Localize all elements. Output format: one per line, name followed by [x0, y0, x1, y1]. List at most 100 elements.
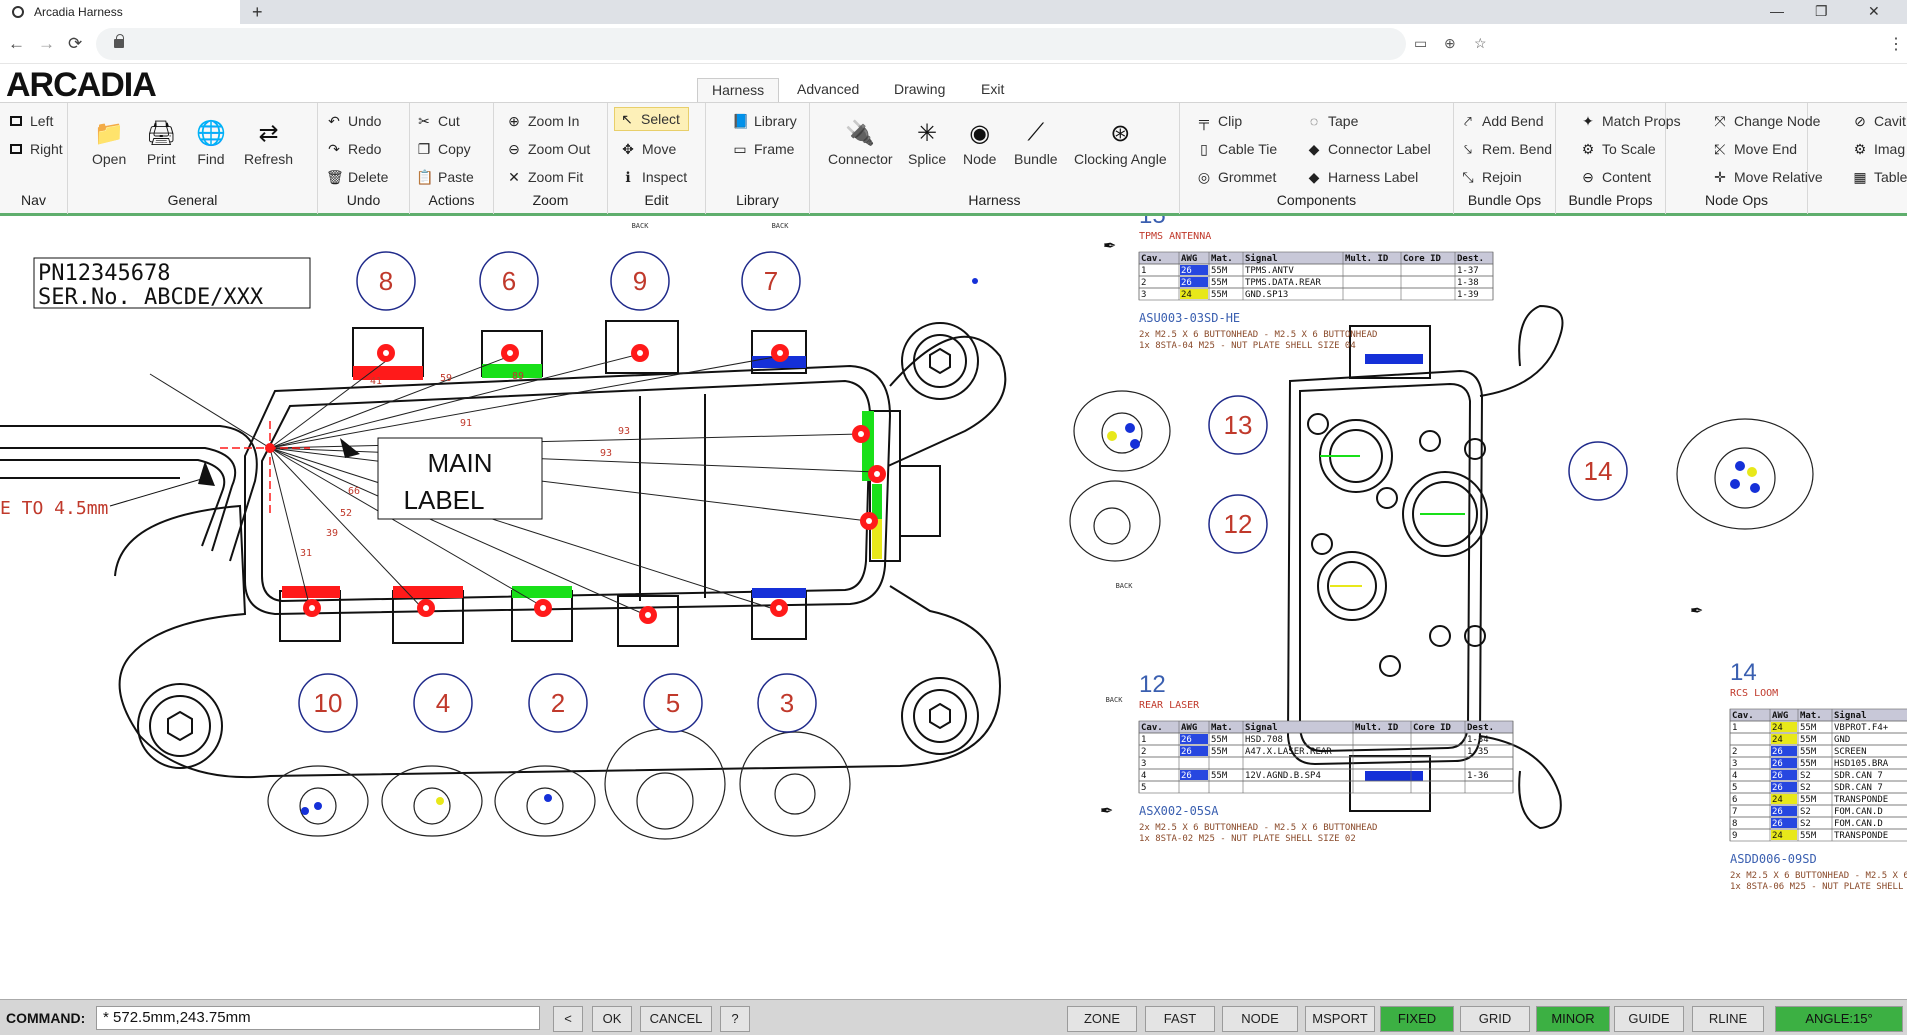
tab-exit[interactable]: Exit [967, 78, 1018, 102]
callout-7[interactable]: 7 [741, 251, 801, 311]
splice-button[interactable]: ✳ Splice [908, 115, 946, 168]
move-relative-button[interactable]: ✛ Move Relative [1712, 165, 1823, 189]
zoom-in-button[interactable]: ⊕ Zoom In [506, 109, 579, 133]
redo-button[interactable]: ↷ Redo [326, 137, 381, 161]
callout-2[interactable]: 2 [528, 673, 588, 733]
zoom-fit-button[interactable]: ✕ Zoom Fit [506, 165, 583, 189]
library-button[interactable]: 📘 Library [732, 109, 797, 133]
table-button[interactable]: ▦ Table [1852, 165, 1907, 189]
harness-label-button[interactable]: ◆ Harness Label [1306, 165, 1419, 189]
bookmark-star-icon[interactable]: ☆ [1474, 35, 1487, 52]
toggle-grid[interactable]: GRID [1460, 1006, 1530, 1032]
callout-10[interactable]: 10 [298, 673, 358, 733]
zoom-icon[interactable]: ⊕ [1444, 35, 1456, 52]
inspect-button[interactable]: ℹ Inspect [620, 165, 687, 189]
callout-3[interactable]: 3 [757, 673, 817, 733]
select-button[interactable]: ↖ Select [614, 107, 689, 131]
reload-icon[interactable]: ⟳ [68, 34, 82, 54]
tape-button[interactable]: ◌ Tape [1306, 109, 1359, 133]
change-node-button[interactable]: ⤧ Change Node [1712, 109, 1820, 133]
forward-arrow-icon[interactable]: → [38, 34, 55, 54]
back-arrow-icon[interactable]: ← [8, 34, 25, 54]
harness-drawing[interactable]: 41 59 89 91 93 93 66 52 39 31 PN12345678… [0, 216, 1907, 999]
table-header: Mult. ID [1355, 723, 1399, 733]
close-icon[interactable]: ✕ [1868, 0, 1880, 24]
bundle-button[interactable]: ⟋ Bundle [1014, 115, 1058, 167]
connector-label-button[interactable]: ◆ Connector Label [1306, 137, 1431, 161]
toggle-angle-15[interactable]: ANGLE:15° [1775, 1006, 1903, 1032]
remove-bend-button[interactable]: ⤥ Rem. Bend [1460, 137, 1552, 161]
open-button[interactable]: 📁 Open [92, 115, 126, 168]
tape-icon: ◌ [1309, 113, 1319, 129]
zoom-out-button[interactable]: ⊖ Zoom Out [506, 137, 590, 161]
frame-button[interactable]: ▭ Frame [732, 137, 794, 161]
new-tab-button[interactable]: + [252, 0, 263, 24]
cavity-button[interactable]: ⊘ Cavit [1852, 109, 1906, 133]
browser-menu-icon[interactable]: ⋮ [1888, 34, 1904, 54]
rejoin-button[interactable]: ⤡ Rejoin [1460, 165, 1521, 189]
move-button[interactable]: ✥ Move [620, 137, 676, 161]
drawing-canvas[interactable]: 41 59 89 91 93 93 66 52 39 31 PN12345678… [0, 216, 1907, 999]
callout-9[interactable]: 9 [610, 251, 670, 311]
tab-drawing[interactable]: Drawing [880, 78, 959, 102]
clip-button[interactable]: ╤ Clip [1196, 109, 1242, 133]
print-button[interactable]: 🖨 Print [146, 115, 176, 168]
url-input[interactable]: ▭ ⊕ ☆ [96, 28, 1487, 60]
minimize-icon[interactable]: — [1770, 0, 1784, 24]
command-back-button[interactable]: < [553, 1006, 583, 1032]
paste-button[interactable]: 📋 Paste [416, 165, 474, 189]
toggle-rline[interactable]: RLINE [1692, 1006, 1764, 1032]
table-cell: 2 [1732, 747, 1737, 757]
cut-button[interactable]: ✂ Cut [416, 109, 460, 133]
callout-6[interactable]: 6 [479, 251, 539, 311]
group-label: Components [1276, 192, 1357, 208]
add-bend-button[interactable]: ⤤ Add Bend [1460, 109, 1543, 133]
nav-left-button[interactable]: Left [8, 109, 53, 133]
cancel-button[interactable]: CANCEL [640, 1006, 712, 1032]
connector-table: 14RCS LOOMCav. AWG Mat. Signal1 24 55M VBPROT.… [1729, 659, 1907, 892]
table-cell: 55M [1211, 278, 1228, 288]
clocking-angle-button[interactable]: ⊛ Clocking Angle [1074, 115, 1167, 168]
connector-number: 15 [1139, 216, 1166, 229]
undo-button[interactable]: ↶ Undo [326, 109, 381, 133]
connector-button[interactable]: 🔌 Connector [828, 115, 893, 168]
callout-5[interactable]: 5 [643, 673, 703, 733]
toggle-zone[interactable]: ZONE [1067, 1006, 1137, 1032]
toggle-msport[interactable]: MSPORT [1305, 1006, 1375, 1032]
callout-4[interactable]: 4 [413, 673, 473, 733]
tab-advanced[interactable]: Advanced [783, 78, 873, 102]
help-button[interactable]: ? [720, 1006, 750, 1032]
grommet-button[interactable]: ◎ Grommet [1196, 165, 1276, 189]
move-end-button[interactable]: ⤪ Move End [1712, 137, 1797, 161]
toggle-guide[interactable]: GUIDE [1614, 1006, 1684, 1032]
callout-14[interactable]: 14 [1568, 441, 1628, 501]
tab-harness[interactable]: Harness [697, 78, 780, 102]
command-input[interactable]: * 572.5mm,243.75mm [96, 1006, 540, 1030]
callout-13[interactable]: 13 [1208, 395, 1268, 455]
copy-button[interactable]: ❐ Copy [416, 137, 471, 161]
toggle-fixed[interactable]: FIXED [1380, 1006, 1454, 1032]
main-label-text: LABEL [404, 485, 485, 515]
browser-tab[interactable]: Arcadia Harness [0, 0, 240, 24]
toggle-node[interactable]: NODE [1222, 1006, 1298, 1032]
table-cell: 5 [1141, 783, 1146, 793]
toggle-fast[interactable]: FAST [1145, 1006, 1215, 1032]
restore-icon[interactable]: ❐ [1815, 0, 1828, 24]
callout-8[interactable]: 8 [356, 251, 416, 311]
callout-12[interactable]: 12 [1208, 494, 1268, 554]
refresh-button[interactable]: ⇄ Refresh [244, 115, 293, 168]
node-button[interactable]: ◉ Node [963, 115, 996, 168]
table-cell: 3 [1732, 759, 1737, 769]
cable-tie-button[interactable]: ▯ Cable Tie [1196, 137, 1277, 161]
cavity-dot [1730, 479, 1740, 489]
image-button[interactable]: ⚙ Imag [1852, 137, 1905, 161]
nav-right-button[interactable]: Right [8, 137, 63, 161]
content-button[interactable]: ⊖ Content [1580, 165, 1651, 189]
toggle-minor[interactable]: MINOR [1536, 1006, 1610, 1032]
table-cell: A47.X.LASER.REAR [1245, 747, 1332, 757]
to-scale-button[interactable]: ⚙ To Scale [1580, 137, 1656, 161]
find-button[interactable]: 🌐 Find [196, 115, 226, 168]
delete-button[interactable]: 🗑 Delete [326, 165, 388, 189]
cast-icon[interactable]: ▭ [1414, 35, 1427, 52]
ok-button[interactable]: OK [592, 1006, 632, 1032]
